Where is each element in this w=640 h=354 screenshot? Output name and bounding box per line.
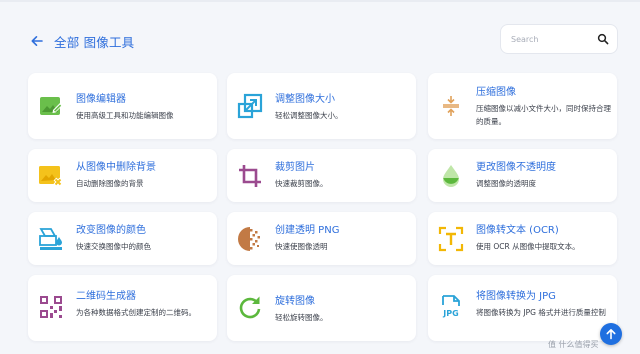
tool-title: 二维码生成器 [76, 291, 136, 302]
color-change-icon [39, 228, 62, 250]
tool-description: 快速使图像透明 [275, 242, 328, 251]
image-edit-icon [40, 97, 63, 115]
tool-card-qr-code[interactable]: 二维码生成器 为各种数据格式创建定制的二维码。 [28, 275, 217, 341]
search-icon[interactable] [597, 33, 609, 45]
tool-title: 图像转文本 (OCR) [476, 225, 559, 236]
tool-card-image-editor[interactable]: 图像编辑器 使用高级工具和功能编辑图像 [28, 73, 217, 139]
tool-card-resize[interactable]: 调整图像大小 轻松调整图像大小。 [227, 73, 416, 139]
page-title: 全部 图像工具 [54, 34, 135, 50]
tool-title: 创建透明 PNG [275, 225, 340, 236]
tool-description: 轻松旋转图像。 [275, 313, 328, 322]
tool-title: 裁剪图片 [275, 162, 315, 173]
arrow-up-icon [606, 329, 616, 340]
rotate-icon [239, 296, 261, 319]
tool-title: 更改图像不透明度 [476, 162, 556, 173]
tool-description: 自动删除图像的背景 [76, 179, 144, 188]
tool-title: 改变图像的颜色 [76, 225, 146, 236]
opacity-icon [443, 165, 459, 187]
tool-card-ocr[interactable]: 图像转文本 (OCR) 使用 OCR 从图像中提取文本。 [428, 212, 617, 265]
tool-title: 将图像转换为 JPG [476, 291, 556, 302]
tool-description: 快速裁剪图像。 [275, 179, 328, 188]
search-input[interactable] [509, 33, 593, 45]
tool-description: 为各种数据格式创建定制的二维码。 [76, 308, 196, 317]
scroll-to-top-button[interactable] [600, 323, 622, 345]
svg-text:JPG: JPG [442, 309, 458, 318]
ocr-icon [438, 226, 464, 252]
jpg-convert-icon: JPG [442, 295, 460, 318]
tool-title: 图像编辑器 [76, 94, 126, 105]
tool-title: 压缩图像 [476, 87, 516, 98]
search-box[interactable] [500, 24, 618, 54]
back-button[interactable] [28, 32, 46, 50]
tool-card-jpg-convert[interactable]: JPG 将图像转换为 JPG 将图像转换为 JPG 格式并进行质量控制 [428, 275, 617, 341]
tool-description: 将图像转换为 JPG 格式并进行质量控制 [476, 308, 606, 317]
tool-description: 调整图像的透明度 [476, 179, 536, 188]
arrow-left-icon [31, 36, 43, 46]
crop-icon [239, 165, 261, 187]
tool-card-compress[interactable]: 压缩图像 压缩图像以减小文件大小，同时保持合理的质量。 [428, 73, 617, 139]
tool-card-opacity[interactable]: 更改图像不透明度 调整图像的透明度 [428, 149, 617, 202]
remove-background-icon [39, 166, 63, 187]
tool-card-transparent-png[interactable]: 创建透明 PNG 快速使图像透明 [227, 212, 416, 265]
tool-description: 快速交换图像中的颜色 [76, 242, 151, 251]
tool-title: 调整图像大小 [275, 94, 335, 105]
qr-code-icon [40, 296, 62, 318]
tool-description: 使用高级工具和功能编辑图像 [76, 111, 174, 120]
tool-description: 使用 OCR 从图像中提取文本。 [476, 242, 580, 251]
tool-card-remove-background[interactable]: 从图像中删除背景 自动删除图像的背景 [28, 149, 217, 202]
top-divider [0, 0, 640, 2]
tool-description: 轻松调整图像大小。 [275, 111, 343, 120]
transparent-png-icon [238, 227, 260, 251]
tool-title: 旋转图像 [275, 296, 315, 307]
resize-icon [237, 93, 263, 119]
tool-card-crop[interactable]: 裁剪图片 快速裁剪图像。 [227, 149, 416, 202]
page-header: 全部 图像工具 [28, 31, 134, 51]
tool-title: 从图像中删除背景 [76, 162, 156, 173]
tool-description: 压缩图像以减小文件大小，同时保持合理的质量。 [476, 104, 611, 126]
watermark: 值 什么值得买 [548, 340, 599, 349]
tool-card-color-change[interactable]: 改变图像的颜色 快速交换图像中的颜色 [28, 212, 217, 265]
tool-card-rotate[interactable]: 旋转图像 轻松旋转图像。 [227, 275, 416, 341]
compress-icon [443, 96, 459, 116]
